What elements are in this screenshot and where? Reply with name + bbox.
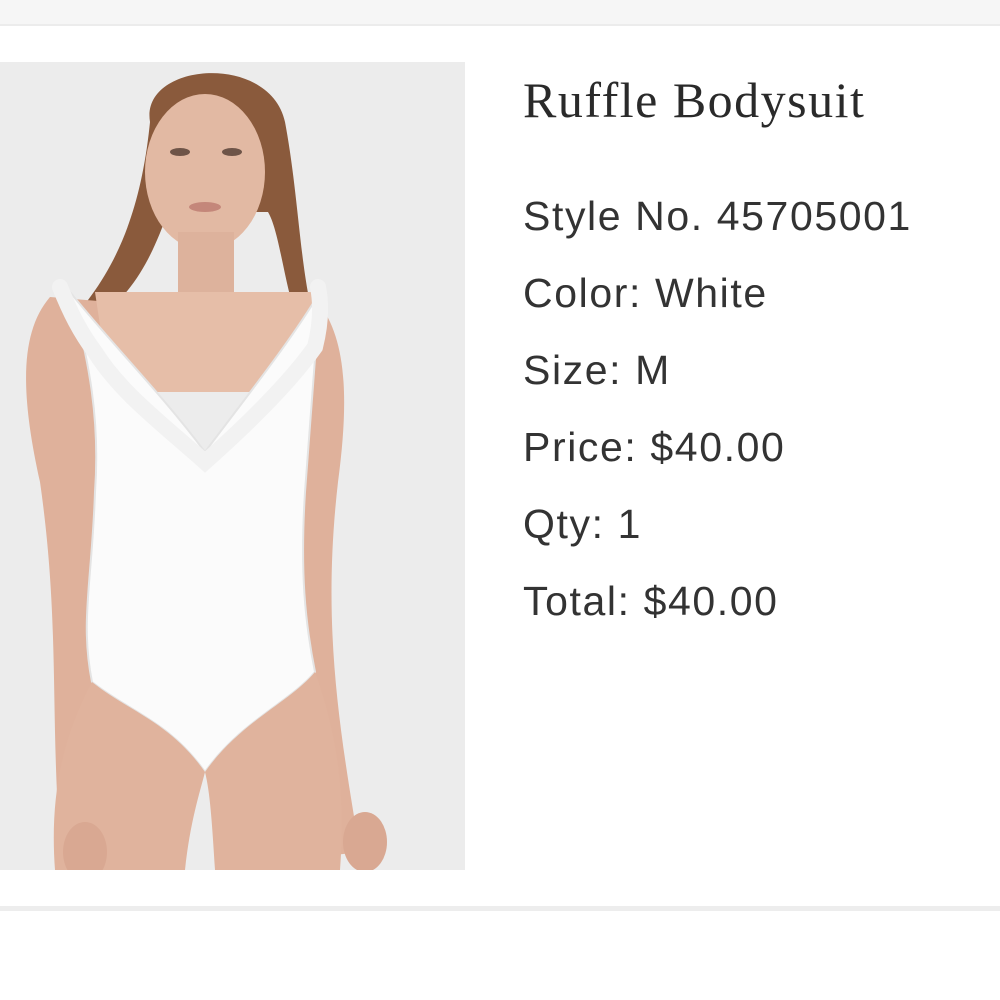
- total-value: Total: $40.00: [523, 578, 779, 624]
- color-value: Color: White: [523, 270, 768, 316]
- product-attributes: Style No. 45705001 Color: White Size: M …: [523, 178, 993, 640]
- bottom-divider: [0, 906, 1000, 911]
- product-image[interactable]: [0, 62, 465, 870]
- style-number: Style No. 45705001: [523, 193, 912, 239]
- product-title: Ruffle Bodysuit: [523, 72, 866, 128]
- quantity-value: Qty: 1: [523, 501, 642, 547]
- size-value: Size: M: [523, 347, 671, 393]
- top-divider-band: [0, 0, 1000, 26]
- product-details: Ruffle Bodysuit Style No. 45705001 Color…: [523, 60, 993, 640]
- price-value: Price: $40.00: [523, 424, 786, 470]
- model-photo: [0, 62, 465, 870]
